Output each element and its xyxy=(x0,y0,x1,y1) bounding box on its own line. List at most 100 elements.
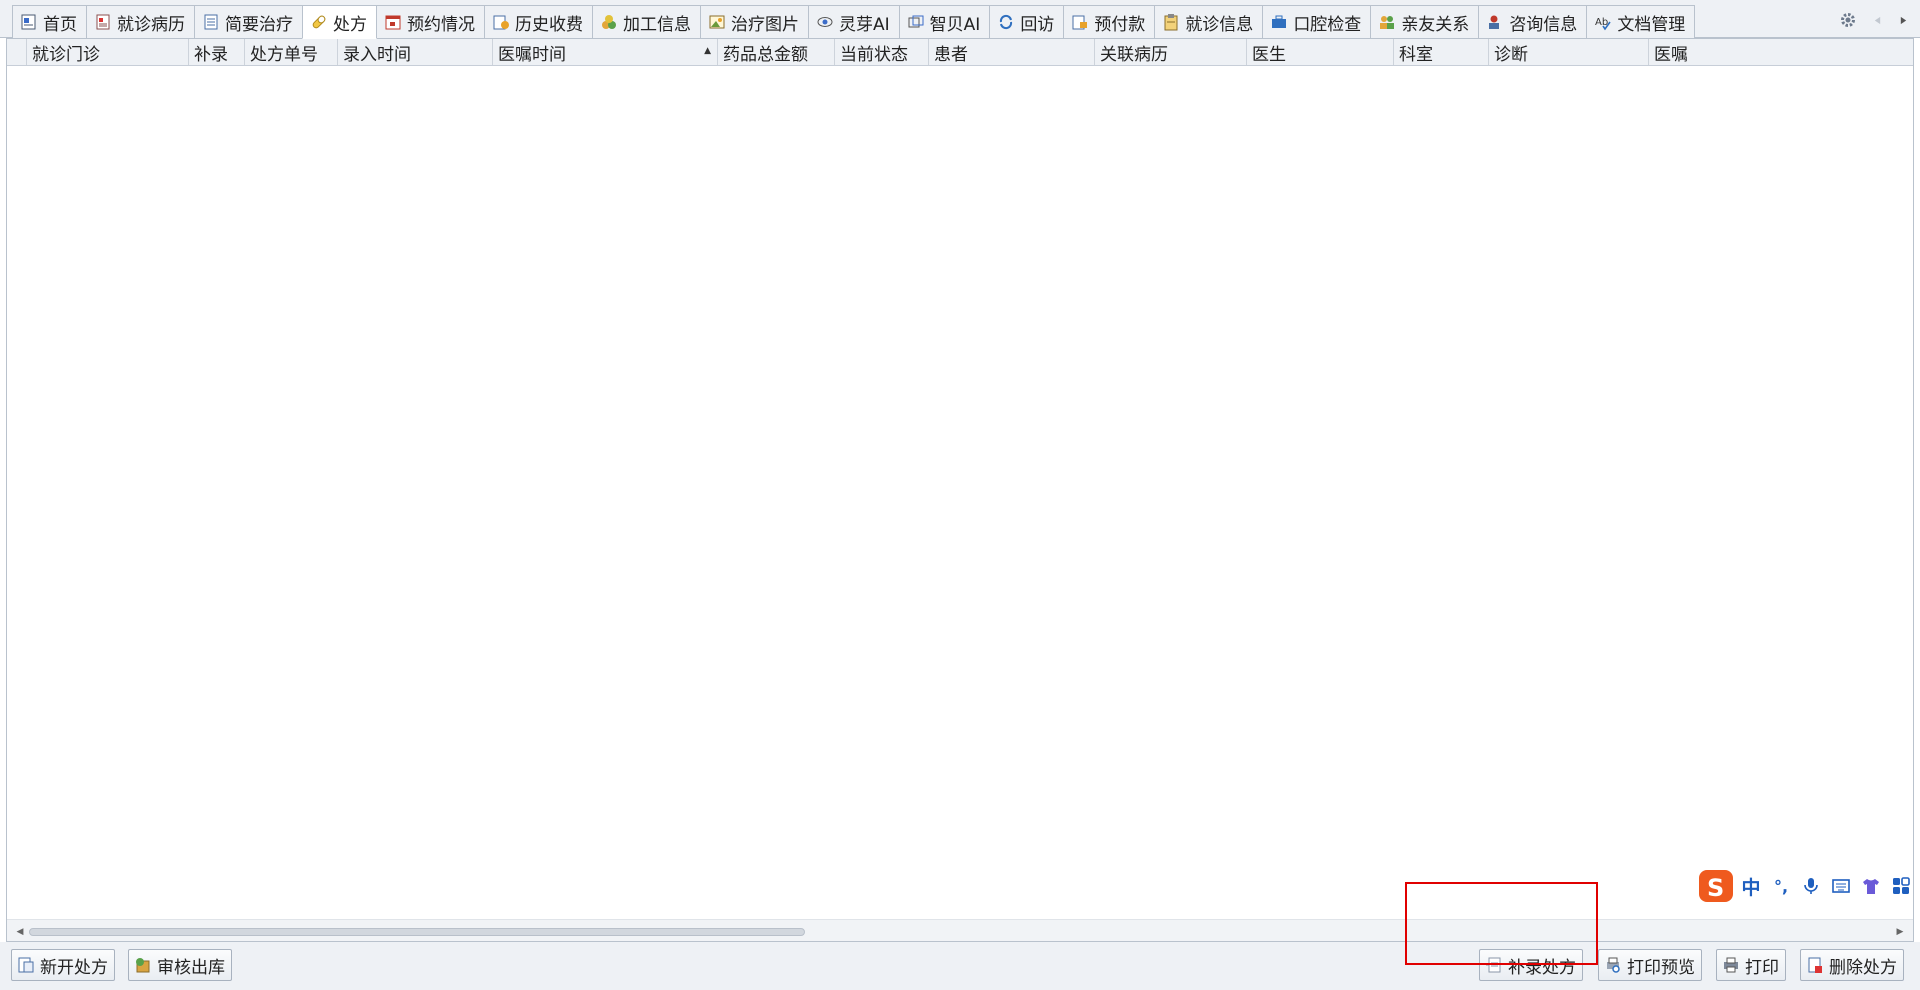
column-header-drug-total[interactable]: 药品总金额 xyxy=(718,39,835,65)
tab-label: 咨询信息 xyxy=(1509,14,1578,35)
scrollbar-thumb[interactable] xyxy=(29,928,805,936)
tab-home[interactable]: 首页 xyxy=(12,5,87,38)
svg-text:S: S xyxy=(1707,874,1724,902)
tab-label: 就诊信息 xyxy=(1185,14,1254,35)
document-icon xyxy=(202,13,220,31)
column-header-department[interactable]: 科室 xyxy=(1394,39,1489,65)
prescription-grid[interactable]: 就诊门诊 补录 处方单号 录入时间 医嘱时间 ▲ 药品总金额 当前状态 患者 关联… xyxy=(6,38,1914,942)
tab-label: 预付款 xyxy=(1094,14,1146,35)
tab-label: 简要治疗 xyxy=(225,14,293,35)
refresh-icon xyxy=(997,13,1015,31)
bottom-toolbar: 新开处方 审核出库 补录处方 打印预览 打印 删除处方 xyxy=(0,942,1920,990)
tab-label: 回访 xyxy=(1020,14,1055,35)
tab-label: 就诊病历 xyxy=(117,14,185,35)
print-preview-button[interactable]: 打印预览 xyxy=(1598,949,1702,981)
tab-medical-record[interactable]: 就诊病历 xyxy=(86,5,195,38)
column-header-supplement[interactable]: 补录 xyxy=(189,39,245,65)
tab-relatives[interactable]: 亲友关系 xyxy=(1370,5,1480,38)
eye-icon xyxy=(816,13,834,31)
tab-treatment-images[interactable]: 治疗图片 xyxy=(700,5,809,38)
tab-label: 智贝AI xyxy=(929,14,981,35)
column-header-prescription-no[interactable]: 处方单号 xyxy=(245,39,338,65)
gear-icon[interactable] xyxy=(1836,6,1860,34)
home-page-icon xyxy=(20,13,38,31)
prescription-window: 首页 就诊病历 简要治疗 处方 预约情况 历史收费 加工信息 治疗图片 灵芽AI… xyxy=(0,0,1920,990)
tab-label: 治疗图片 xyxy=(731,14,799,35)
spellcheck-icon: Ab xyxy=(1594,13,1612,31)
tab-oral-exam[interactable]: 口腔检查 xyxy=(1262,5,1372,38)
horizontal-scrollbar[interactable]: ◀ ▶ xyxy=(7,919,1913,941)
ime-mode-toggle[interactable]: 中 xyxy=(1736,871,1766,901)
tab-bar: 首页 就诊病历 简要治疗 处方 预约情况 历史收费 加工信息 治疗图片 灵芽AI… xyxy=(0,0,1920,39)
toolbox-grid-icon[interactable] xyxy=(1886,871,1916,901)
tab-label: 加工信息 xyxy=(623,14,691,35)
pill-icon xyxy=(310,13,328,31)
sogou-logo-icon[interactable]: S xyxy=(1696,866,1736,906)
tab-label: 首页 xyxy=(43,14,77,35)
column-header-entry-time[interactable]: 录入时间 xyxy=(338,39,493,65)
print-button[interactable]: 打印 xyxy=(1716,949,1786,981)
tab-prescription[interactable]: 处方 xyxy=(302,5,377,39)
billing-history-icon xyxy=(492,13,510,31)
column-header-status[interactable]: 当前状态 xyxy=(835,39,929,65)
grid-header: 就诊门诊 补录 处方单号 录入时间 医嘱时间 ▲ 药品总金额 当前状态 患者 关联… xyxy=(7,39,1913,66)
tab-processing-info[interactable]: 加工信息 xyxy=(592,5,701,38)
microphone-icon[interactable] xyxy=(1796,871,1826,901)
delete-document-icon xyxy=(1806,956,1824,974)
column-header-clinic[interactable]: 就诊门诊 xyxy=(27,39,189,65)
tab-label: 灵芽AI xyxy=(839,14,890,35)
tab-prepayment[interactable]: 预付款 xyxy=(1063,5,1156,38)
sort-ascending-icon: ▲ xyxy=(704,46,711,56)
column-header-patient[interactable]: 患者 xyxy=(929,39,1095,65)
review-dispatch-button[interactable]: 审核出库 xyxy=(128,949,232,981)
tab-visit-info[interactable]: 就诊信息 xyxy=(1154,5,1264,38)
calendar-icon xyxy=(384,13,402,31)
tab-follow-up[interactable]: 回访 xyxy=(989,5,1065,38)
printer-icon xyxy=(1722,956,1740,974)
tab-list: 首页 就诊病历 简要治疗 处方 预约情况 历史收费 加工信息 治疗图片 灵芽AI… xyxy=(12,5,1696,39)
tab-label: 处方 xyxy=(333,14,367,35)
tab-label: 亲友关系 xyxy=(1401,14,1470,35)
arrow-right-icon[interactable] xyxy=(1894,6,1912,34)
row-indicator-header xyxy=(7,39,27,65)
grid-body[interactable] xyxy=(7,66,1913,919)
tab-label: 文档管理 xyxy=(1617,14,1686,35)
delete-prescription-button[interactable]: 删除处方 xyxy=(1800,949,1904,981)
column-header-doctor[interactable]: 医生 xyxy=(1247,39,1394,65)
keyboard-icon[interactable] xyxy=(1826,871,1856,901)
scroll-right-icon[interactable]: ▶ xyxy=(1893,925,1907,939)
tab-label: 口腔检查 xyxy=(1293,14,1362,35)
package-check-icon xyxy=(134,956,152,974)
tab-billing-history[interactable]: 历史收费 xyxy=(484,5,593,38)
processing-icon xyxy=(600,13,618,31)
column-header-linked-record[interactable]: 关联病历 xyxy=(1095,39,1247,65)
scroll-left-icon[interactable]: ◀ xyxy=(13,925,27,939)
medical-record-icon xyxy=(94,13,112,31)
consultant-icon xyxy=(1486,13,1504,31)
tab-label: 预约情况 xyxy=(407,14,475,35)
ime-toolbar: S 中 °, xyxy=(1696,866,1920,906)
new-document-icon xyxy=(17,956,35,974)
tab-appointments[interactable]: 预约情况 xyxy=(376,5,485,38)
column-header-diagnosis[interactable]: 诊断 xyxy=(1489,39,1649,65)
tab-label: 历史收费 xyxy=(515,14,583,35)
prepayment-icon xyxy=(1071,13,1089,31)
tab-zhibei-ai[interactable]: 智贝AI xyxy=(898,5,991,38)
highlight-annotation-box xyxy=(1405,882,1598,965)
tab-brief-treatment[interactable]: 简要治疗 xyxy=(194,5,303,38)
arrow-left-icon[interactable] xyxy=(1868,6,1886,34)
tab-lingya-ai[interactable]: 灵芽AI xyxy=(808,5,900,38)
image-icon xyxy=(708,13,726,31)
tab-consultation[interactable]: 咨询信息 xyxy=(1478,5,1588,38)
skin-shirt-icon[interactable] xyxy=(1856,871,1886,901)
column-header-order-time[interactable]: 医嘱时间 ▲ xyxy=(493,39,718,65)
toolbox-icon xyxy=(1270,13,1288,31)
tab-document-management[interactable]: Ab 文档管理 xyxy=(1586,5,1696,38)
print-preview-icon xyxy=(1604,956,1622,974)
column-header-medical-order[interactable]: 医嘱 xyxy=(1649,39,1913,65)
new-prescription-button[interactable]: 新开处方 xyxy=(11,949,115,981)
ai-window-icon xyxy=(907,13,925,31)
clipboard-icon xyxy=(1162,13,1180,31)
ime-punctuation-toggle[interactable]: °, xyxy=(1766,871,1796,901)
people-icon xyxy=(1378,13,1396,31)
